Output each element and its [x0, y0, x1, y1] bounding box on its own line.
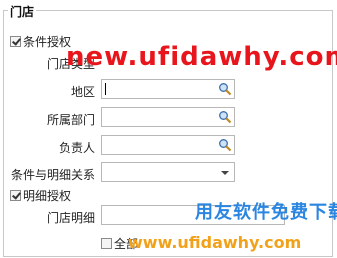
watermark-top: new.ufidawhy.com	[66, 42, 337, 72]
search-icon[interactable]	[218, 82, 232, 96]
relation-label: 条件与明细关系	[10, 168, 95, 182]
group-title: 门店	[8, 3, 37, 20]
search-icon[interactable]	[218, 138, 232, 152]
detail-auth-checkbox[interactable]: 明细授权	[10, 187, 71, 204]
region-label: 地区	[70, 85, 95, 99]
search-icon[interactable]	[218, 110, 232, 124]
department-label: 所属部门	[46, 113, 95, 127]
chevron-down-icon[interactable]	[221, 171, 229, 175]
select-all-check-icon[interactable]	[101, 238, 112, 249]
region-input[interactable]	[101, 79, 235, 99]
detail-auth-label: 明细授权	[23, 189, 72, 203]
text-caret	[105, 83, 106, 95]
condition-auth-checkbox[interactable]: 条件授权	[10, 33, 71, 50]
watermark-bottom: www.ufidawhy.com	[128, 233, 302, 252]
relation-dropdown[interactable]	[101, 162, 235, 182]
watermark-cn: 用友软件免费下载	[195, 202, 337, 223]
owner-label: 负责人	[58, 141, 95, 155]
department-input[interactable]	[101, 107, 235, 127]
store-detail-label: 门店明细	[46, 211, 95, 225]
owner-input[interactable]	[101, 135, 235, 155]
condition-auth-label: 条件授权	[23, 35, 72, 49]
condition-auth-check-icon[interactable]	[10, 36, 21, 47]
detail-auth-check-icon[interactable]	[10, 190, 21, 201]
